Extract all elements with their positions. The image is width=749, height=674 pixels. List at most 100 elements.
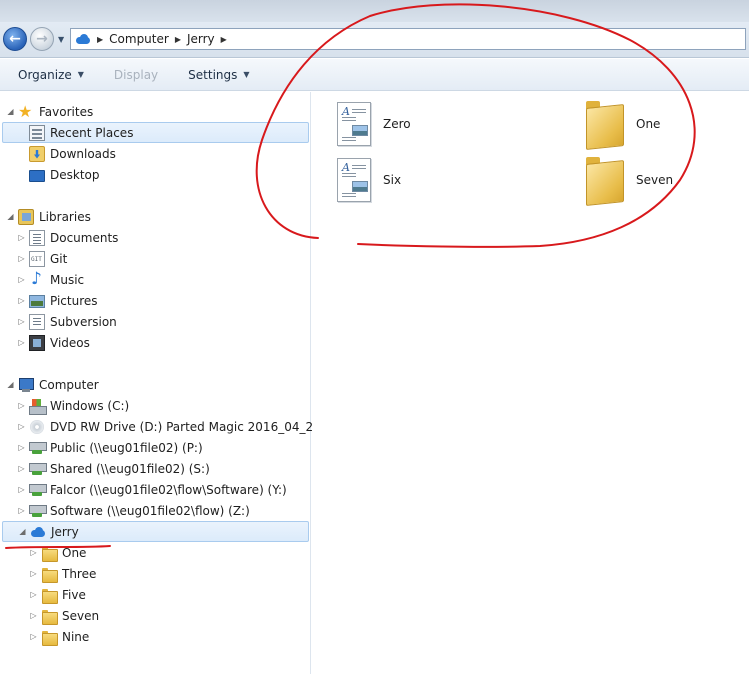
network-drive-icon <box>29 482 47 498</box>
star-icon <box>18 102 34 121</box>
collapse-arrow-icon[interactable]: ▷ <box>17 338 26 347</box>
tree-label: Favorites <box>39 104 94 119</box>
collapse-arrow-icon[interactable]: ▷ <box>17 443 26 452</box>
back-button[interactable]: ← <box>3 27 27 51</box>
collapse-arrow-icon[interactable]: ▷ <box>17 401 26 410</box>
git-library-icon <box>29 250 45 267</box>
collapse-arrow-icon[interactable]: ▷ <box>29 569 38 578</box>
tree-label: Desktop <box>50 167 100 182</box>
collapse-arrow-icon[interactable]: ▷ <box>17 233 26 242</box>
tree-item-jerry[interactable]: ◢ Jerry <box>2 521 309 542</box>
collapse-arrow-icon[interactable]: ▷ <box>17 485 26 494</box>
windows-drive-icon <box>29 398 47 415</box>
tree-label: Five <box>62 587 86 602</box>
documents-library-icon <box>29 229 45 246</box>
forward-button[interactable]: → <box>30 27 54 51</box>
tree-label: Shared (\\eug01file02) (S:) <box>50 461 210 476</box>
libraries-icon <box>18 208 34 225</box>
forward-arrow-icon: → <box>36 31 48 47</box>
tree-item-falcor-drive[interactable]: ▷ Falcor (\\eug01file02\flow\Software) (… <box>17 479 287 500</box>
tree-item-desktop[interactable]: Desktop <box>29 164 100 185</box>
expand-arrow-icon[interactable]: ◢ <box>6 107 15 116</box>
tree-item-shared-drive[interactable]: ▷ Shared (\\eug01file02) (S:) <box>17 458 210 479</box>
breadcrumb-jerry[interactable]: Jerry <box>187 32 215 46</box>
network-drive-icon <box>29 461 47 477</box>
folder-icon <box>584 101 624 147</box>
tree-item-folder-nine[interactable]: ▷ Nine <box>29 626 89 647</box>
tree-item-folder-one[interactable]: ▷ One <box>29 542 86 563</box>
file-item-zero[interactable]: Zero <box>337 100 411 148</box>
folder-icon <box>584 157 624 203</box>
tree-item-recent-places[interactable]: Recent Places <box>2 122 309 143</box>
file-list-pane[interactable]: Zero One Six Seven <box>312 92 749 674</box>
tree-favorites[interactable]: ◢ Favorites <box>6 101 93 122</box>
folder-item-one[interactable]: One <box>584 100 660 148</box>
tree-label: Recent Places <box>50 125 134 140</box>
collapse-arrow-icon[interactable]: ▷ <box>17 275 26 284</box>
collapse-arrow-icon[interactable]: ▷ <box>29 632 38 641</box>
file-label: One <box>636 117 661 131</box>
tree-item-dvd-drive[interactable]: ▷ DVD RW Drive (D:) Parted Magic 2016_04… <box>17 416 321 437</box>
breadcrumb-chevron-icon[interactable]: ▶ <box>221 35 227 44</box>
folder-icon <box>41 587 58 604</box>
display-label: Display <box>113 67 159 82</box>
folder-icon <box>41 629 58 646</box>
tree-label: Software (\\eug01file02\flow) (Z:) <box>50 503 250 518</box>
tree-item-folder-three[interactable]: ▷ Three <box>29 563 96 584</box>
tree-label: Libraries <box>39 209 91 224</box>
expand-arrow-icon[interactable]: ◢ <box>6 212 15 221</box>
breadcrumb-chevron-icon[interactable]: ▶ <box>97 35 103 44</box>
address-field[interactable]: ▶ Computer ▶ Jerry ▶ <box>70 28 746 50</box>
organize-label: Organize <box>18 67 72 82</box>
cloud-icon <box>30 524 46 540</box>
organize-menu-button[interactable]: Organize ▼ <box>18 68 84 82</box>
downloads-folder-icon <box>29 145 45 162</box>
collapse-arrow-icon[interactable]: ▷ <box>17 254 26 263</box>
tree-item-folder-five[interactable]: ▷ Five <box>29 584 86 605</box>
film-strip-icon <box>29 334 45 351</box>
tree-item-documents[interactable]: ▷ Documents <box>17 227 118 248</box>
collapse-arrow-icon[interactable]: ▷ <box>17 296 26 305</box>
collapse-arrow-icon[interactable]: ▷ <box>29 548 38 557</box>
tree-label: Pictures <box>50 293 98 308</box>
file-item-six[interactable]: Six <box>337 156 401 204</box>
tree-label: Subversion <box>50 314 117 329</box>
settings-menu-button[interactable]: Settings ▼ <box>188 68 249 82</box>
dvd-disc-icon <box>29 419 45 435</box>
tree-item-public-drive[interactable]: ▷ Public (\\eug01file02) (P:) <box>17 437 203 458</box>
tree-computer[interactable]: ◢ Computer <box>6 374 99 395</box>
breadcrumb-computer[interactable]: Computer <box>109 32 169 46</box>
tree-item-git[interactable]: ▷ Git <box>17 248 67 269</box>
collapse-arrow-icon[interactable]: ▷ <box>17 422 26 431</box>
tree-label: Seven <box>62 608 100 623</box>
recent-pages-dropdown-icon[interactable]: ▼ <box>58 35 64 44</box>
navigation-pane[interactable]: ◢ Favorites Recent Places Downloads Desk… <box>0 92 321 674</box>
collapse-arrow-icon[interactable]: ▷ <box>29 611 38 620</box>
tree-label: Videos <box>50 335 90 350</box>
tree-item-folder-seven[interactable]: ▷ Seven <box>29 605 99 626</box>
tree-item-downloads[interactable]: Downloads <box>29 143 116 164</box>
tree-item-drive-c[interactable]: ▷ Windows (C:) <box>17 395 129 416</box>
collapse-arrow-icon[interactable]: ▷ <box>17 317 26 326</box>
tree-label: Documents <box>50 230 119 245</box>
tree-item-videos[interactable]: ▷ Videos <box>17 332 90 353</box>
collapse-arrow-icon[interactable]: ▷ <box>17 464 26 473</box>
folder-icon <box>41 608 58 625</box>
collapse-arrow-icon[interactable]: ▷ <box>17 506 26 515</box>
tree-label: Public (\\eug01file02) (P:) <box>50 440 203 455</box>
tree-label: Three <box>62 566 97 581</box>
settings-label: Settings <box>188 67 238 82</box>
tree-item-music[interactable]: ▷ Music <box>17 269 84 290</box>
tree-item-pictures[interactable]: ▷ Pictures <box>17 290 98 311</box>
tree-label: Falcor (\\eug01file02\flow\Software) (Y:… <box>50 482 287 497</box>
folder-item-seven[interactable]: Seven <box>584 156 673 204</box>
tree-label: DVD RW Drive (D:) Parted Magic 2016_04_2… <box>50 419 321 434</box>
expand-arrow-icon[interactable]: ◢ <box>18 527 27 536</box>
expand-arrow-icon[interactable]: ◢ <box>6 380 15 389</box>
collapse-arrow-icon[interactable]: ▷ <box>29 590 38 599</box>
tree-item-subversion[interactable]: ▷ Subversion <box>17 311 117 332</box>
tree-libraries[interactable]: ◢ Libraries <box>6 206 91 227</box>
tree-item-software-drive[interactable]: ▷ Software (\\eug01file02\flow) (Z:) <box>17 500 250 521</box>
breadcrumb-chevron-icon[interactable]: ▶ <box>175 35 181 44</box>
chevron-down-icon: ▼ <box>243 70 250 79</box>
